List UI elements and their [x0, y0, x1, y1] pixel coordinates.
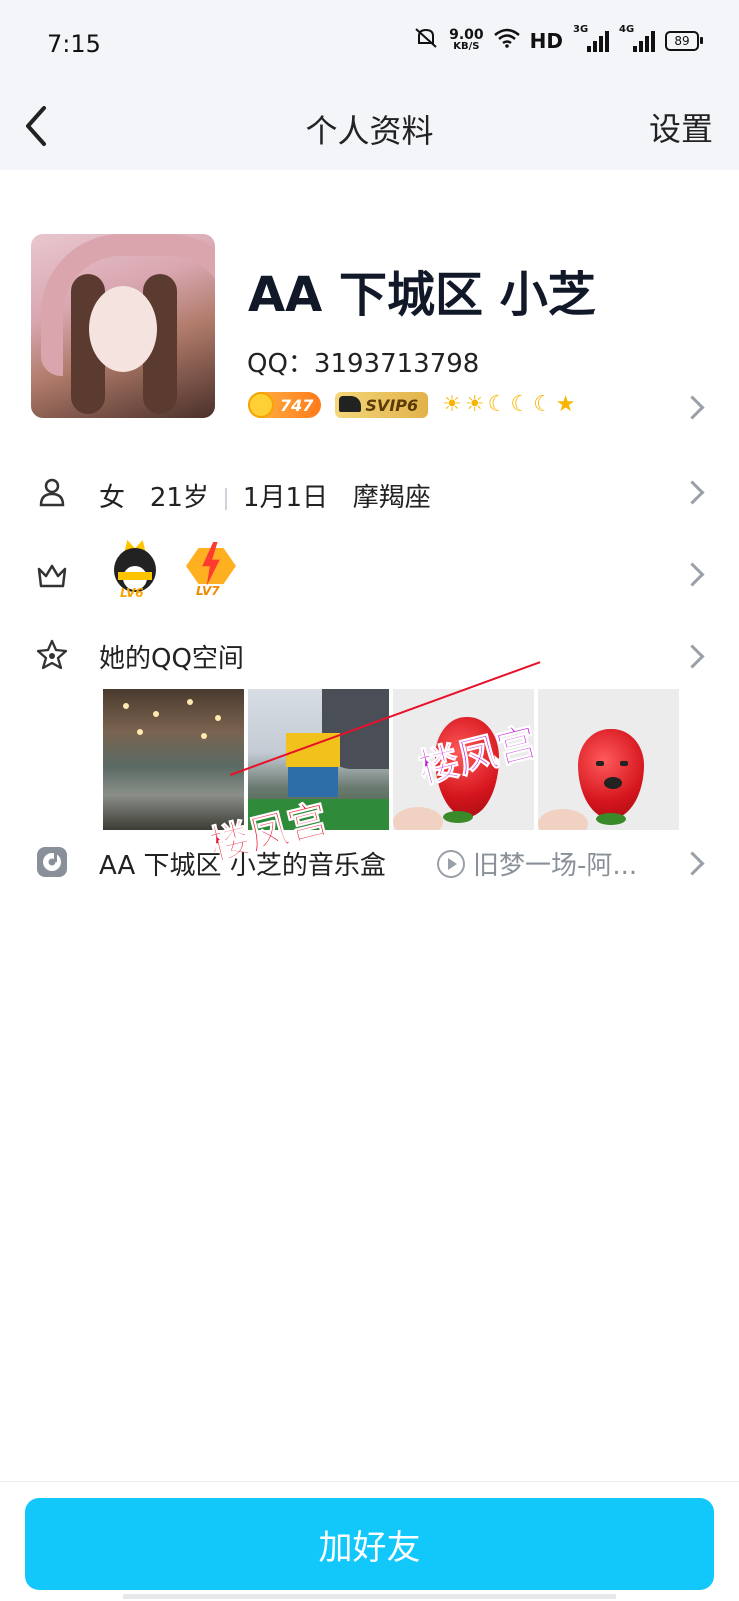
sun-icon: ☀: [442, 392, 462, 417]
music-box-label: AA 下城区 小芝的音乐盒: [99, 851, 386, 881]
qq-vip-penguin-icon: LV6: [110, 540, 160, 602]
moon-icon: ☾: [533, 392, 553, 417]
star-icon: ★: [555, 392, 576, 417]
music-box-icon: [37, 847, 67, 877]
age: 21岁: [149, 483, 209, 513]
qzone-photo[interactable]: [103, 689, 244, 830]
qzone-label: 她的QQ空间: [99, 644, 244, 674]
avatar[interactable]: [31, 234, 215, 418]
chevron-right-icon: [680, 851, 705, 876]
divider: [224, 487, 227, 510]
status-bar: 7:15 9.00 KB/S HD 3G 4G 89: [0, 0, 739, 88]
vip-icons: LV6 LV7: [110, 540, 238, 602]
home-indicator: [123, 1594, 616, 1599]
signal-4g-icon: 4G: [619, 24, 655, 52]
chevron-right-icon: [680, 395, 705, 420]
status-time: 7:15: [47, 30, 101, 58]
zodiac: 摩羯座: [352, 483, 431, 513]
coin-icon: [248, 392, 274, 418]
svip-lightning-icon: LV7: [184, 540, 238, 600]
qq-level-icons: ☀ ☀ ☾ ☾ ☾ ★: [442, 392, 575, 418]
settings-button[interactable]: 设置: [649, 104, 713, 150]
add-friend-button[interactable]: 加好友: [25, 1498, 714, 1590]
hd-indicator: HD: [529, 28, 563, 53]
sun-icon: ☀: [464, 392, 485, 417]
basic-info-text: 女 21岁 1月1日 摩羯座: [99, 477, 431, 514]
mute-icon: [413, 27, 439, 54]
chevron-right-icon: [680, 480, 705, 505]
badge-row[interactable]: 747 SVIP6 ☀ ☀ ☾ ☾ ☾ ★: [248, 392, 576, 418]
qzone-photo[interactable]: [538, 689, 679, 830]
bottom-action-bar: 加好友: [0, 1481, 739, 1601]
battery-icon: 89: [665, 30, 703, 51]
qq-number: QQ：3193713798: [247, 349, 480, 379]
wifi-icon: [493, 28, 520, 53]
nav-bar: 个人资料 设置: [0, 88, 739, 170]
signal-3g-icon: 3G: [573, 24, 609, 52]
chevron-right-icon: [680, 562, 705, 587]
page-title: 个人资料: [305, 112, 434, 150]
qzone-photos[interactable]: [103, 689, 679, 830]
profile-name: AA 下城区 小芝: [248, 267, 596, 323]
birthday: 1月1日: [242, 483, 328, 513]
svip-badge: SVIP6: [335, 392, 429, 418]
crown-icon: [37, 564, 67, 588]
svip-hat-icon: [339, 396, 362, 412]
net-speed: 9.00 KB/S: [449, 26, 484, 52]
person-icon: [39, 478, 65, 507]
coin-badge: 747: [248, 392, 322, 418]
gender: 女: [99, 483, 126, 513]
play-icon[interactable]: [437, 849, 465, 878]
moon-icon: ☾: [487, 392, 508, 417]
moon-icon: ☾: [510, 392, 531, 417]
star-outline-icon: [36, 639, 68, 670]
chevron-right-icon: [680, 644, 705, 669]
current-song[interactable]: 旧梦一场-阿...: [437, 845, 637, 882]
status-icons: 9.00 KB/S HD 3G 4G 89: [413, 24, 703, 54]
